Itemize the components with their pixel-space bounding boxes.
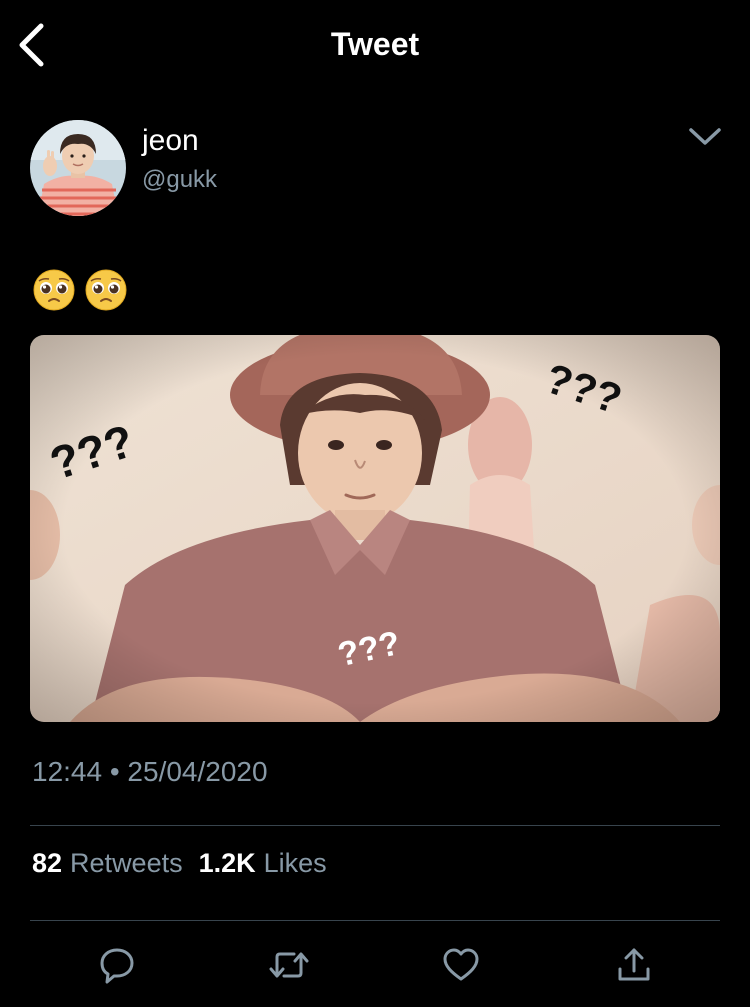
timestamp: 12:44 • 25/04/2020 — [32, 756, 268, 787]
tweet-text — [32, 268, 128, 320]
retweet-icon — [269, 952, 309, 978]
author-name[interactable]: jeon — [142, 124, 199, 158]
engagement-stats: 82 Retweets 1.2K Likes — [32, 848, 343, 879]
divider — [30, 825, 720, 826]
share-icon — [618, 948, 650, 981]
retweets-label[interactable]: Retweets — [70, 848, 183, 879]
chevron-down-icon — [689, 128, 721, 145]
share-button[interactable] — [611, 942, 657, 988]
pleading-face-emoji — [33, 269, 75, 311]
reply-icon — [100, 948, 134, 984]
retweet-button[interactable] — [266, 942, 312, 988]
top-bar: Tweet — [0, 0, 750, 90]
avatar[interactable] — [30, 120, 126, 216]
action-bar — [0, 942, 750, 992]
author-handle[interactable]: @gukk — [142, 166, 217, 194]
reply-button[interactable] — [94, 942, 140, 988]
pleading-face-emoji — [85, 269, 127, 311]
like-button[interactable] — [438, 942, 484, 988]
likes-label[interactable]: Likes — [264, 848, 327, 879]
tweet-image[interactable]: ??? ??? ??? — [30, 335, 720, 722]
more-options-button[interactable] — [686, 120, 724, 152]
heart-icon — [443, 948, 479, 981]
likes-count[interactable]: 1.2K — [199, 848, 256, 879]
divider — [30, 920, 720, 921]
retweets-count[interactable]: 82 — [32, 848, 62, 879]
page-title: Tweet — [330, 26, 420, 62]
